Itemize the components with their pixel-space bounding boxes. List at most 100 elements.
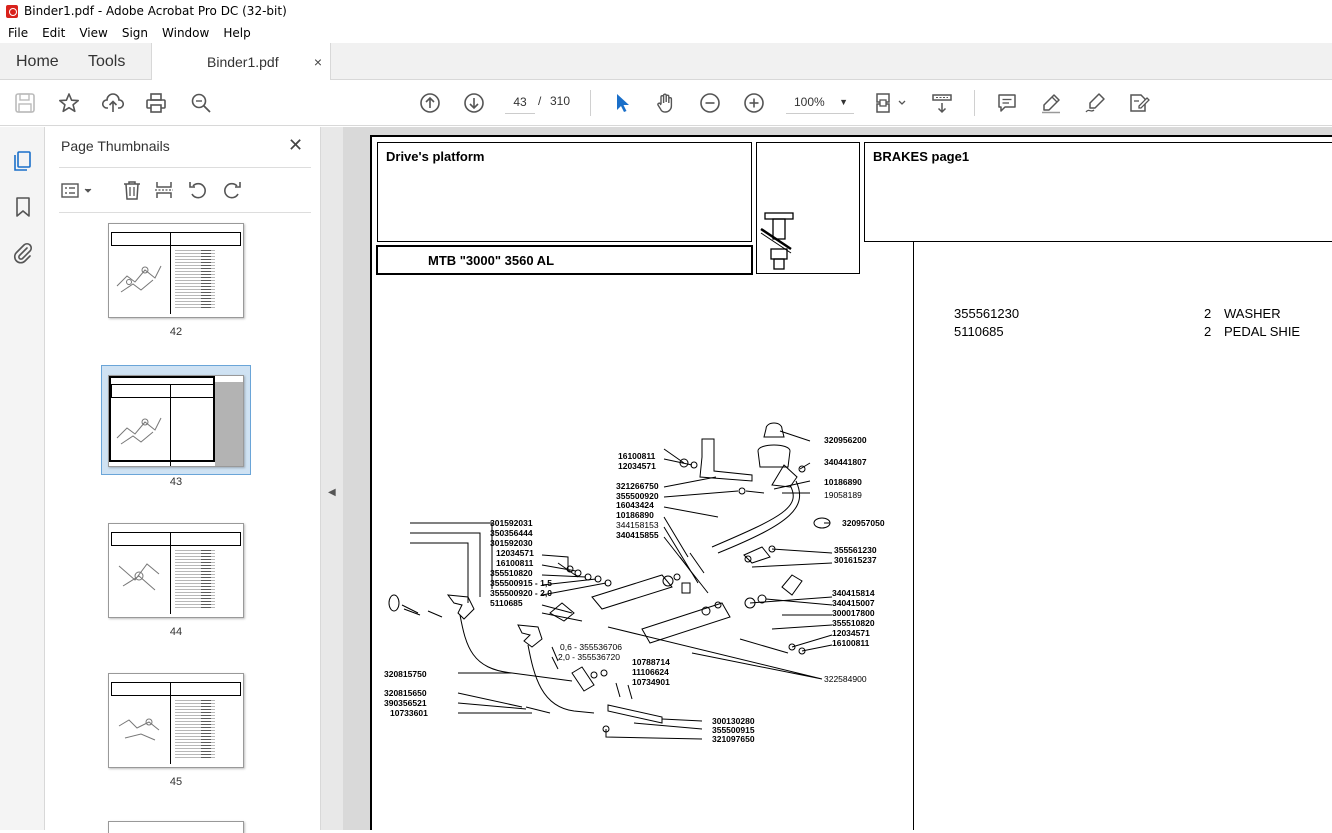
window-titlebar: Binder1.pdf - Adobe Acrobat Pro DC (32-b… [0,0,1332,22]
diagram-label: 11106624 [632,667,669,677]
thumbnail-header [111,682,241,696]
thumbnail-header [111,532,241,546]
bookmark-icon[interactable] [11,195,35,219]
close-panel-icon[interactable]: ✕ [288,135,303,156]
page-thumbnail[interactable] [108,223,244,318]
highlight-icon[interactable] [1040,92,1062,114]
comment-icon[interactable] [996,92,1018,114]
tab-tools[interactable]: Tools [88,43,125,80]
menu-file[interactable]: File [8,26,28,40]
document-viewer[interactable]: Drive's platform MTB "3000" 3560 AL BRAK… [343,127,1332,830]
diagram-label: 10186890 [616,510,654,520]
diagram-label: 320957050 [842,518,885,528]
part-code: 355561230 [954,306,1020,321]
zoom-value: 100% [794,95,825,109]
menu-sign[interactable]: Sign [122,26,148,40]
fit-page-icon[interactable] [875,92,909,114]
delete-icon[interactable] [121,179,143,204]
viewport-frame[interactable] [109,376,215,462]
page-total: 310 [550,94,571,108]
redact-icon[interactable] [1128,92,1150,114]
panel-title: Page Thumbnails [61,138,170,154]
extract-pages-icon[interactable] [153,179,175,204]
upload-icon[interactable] [101,92,125,114]
thumbnail-drawing [118,563,160,591]
chevron-down-icon: ▼ [839,97,848,107]
zoom-out-icon[interactable] [699,92,721,114]
panel-collapse-handle[interactable]: ◀ [321,127,343,830]
thumbnail-label: 42 [169,326,183,338]
page-thumbnails-icon[interactable] [11,149,35,173]
close-tab-icon[interactable]: × [314,54,322,70]
diagram-label: 321097650 [712,734,755,744]
thumbnail-drawing [116,265,162,293]
diagram-label: 355500915 - 1,5 [490,578,552,588]
thumbnail-drawing [118,718,160,741]
zoom-select[interactable]: 100% ▼ [786,90,854,114]
thumbnails-panel: Page Thumbnails ✕ 42 43 44 45 [45,127,362,833]
left-rail [0,127,45,830]
diagram-label: 0,6 - 355536706 [560,642,622,652]
diagram-label: 350356444 [490,528,533,538]
part-qty: 2 [1204,324,1212,339]
page-thumbnail-selected[interactable] [108,375,244,467]
thumbnail-options-icon[interactable] [61,180,95,205]
tab-document[interactable]: Binder1.pdf × [151,43,331,81]
hand-icon[interactable] [655,92,677,114]
diagram-label: 19058189 [824,490,862,500]
rotate-right-icon[interactable] [221,179,243,204]
page-up-icon[interactable] [419,92,441,114]
diagram-label: 10788714 [632,657,670,667]
zoom-in-icon[interactable] [743,92,765,114]
scroll-mode-icon[interactable] [931,92,953,114]
attachment-icon[interactable] [11,241,35,265]
menu-edit[interactable]: Edit [42,26,65,40]
page-thumbnail[interactable] [108,821,244,833]
diagram-label: 5110685 [490,598,523,608]
diagram-label: 301592031 [490,518,533,528]
brake-symbol-icon [760,212,794,270]
save-icon[interactable] [14,92,36,114]
model-title: MTB "3000" 3560 AL [428,253,555,268]
diagram-label: 344158153 [616,520,659,530]
menu-window[interactable]: Window [162,26,209,40]
parts-list-divider [913,242,914,830]
page-down-icon[interactable] [463,92,485,114]
category-title: BRAKES page1 [873,149,970,164]
toolbar-divider-2 [974,90,975,116]
star-icon[interactable] [58,92,80,114]
select-cursor-icon[interactable] [611,92,633,114]
page-thumbnail[interactable] [108,523,244,618]
diagram-label: 16100811 [496,558,534,568]
diagram-label: 340441807 [824,457,867,467]
diagram-label: 12034571 [832,628,870,638]
panel-divider [59,167,311,168]
diagram-label: 355510820 [490,568,533,578]
sign-icon[interactable] [1084,92,1106,114]
thumbnail-text-column [201,548,211,610]
tab-home[interactable]: Home [16,43,59,80]
viewport-overlay [215,382,243,466]
diagram-label: 321266750 [616,481,659,491]
window-title: Binder1.pdf - Adobe Acrobat Pro DC (32-b… [24,4,287,18]
page-thumbnail[interactable] [108,673,244,768]
thumbnail-header [111,232,241,246]
menu-view[interactable]: View [79,26,107,40]
menu-help[interactable]: Help [223,26,250,40]
diagram-label: 340415007 [832,598,875,608]
diagram-label: 355510820 [832,618,875,628]
diagram-label: 10734901 [632,677,670,687]
zoom-search-icon[interactable] [190,92,212,114]
rotate-left-icon[interactable] [187,179,209,204]
toolbar-divider [590,90,591,116]
page-number-input[interactable]: 43 [505,90,535,114]
diagram-label: 355500920 - 2,0 [490,588,552,598]
symbol-box [756,142,860,274]
diagram-label: 340415855 [616,530,659,540]
menu-bar: File Edit View Sign Window Help [0,22,1332,43]
print-icon[interactable] [145,92,167,114]
thumbnail-divider [170,682,171,764]
diagram-label: 16100811 [832,638,870,648]
thumbnail-text-column [201,698,211,760]
acrobat-logo-icon [6,4,18,18]
